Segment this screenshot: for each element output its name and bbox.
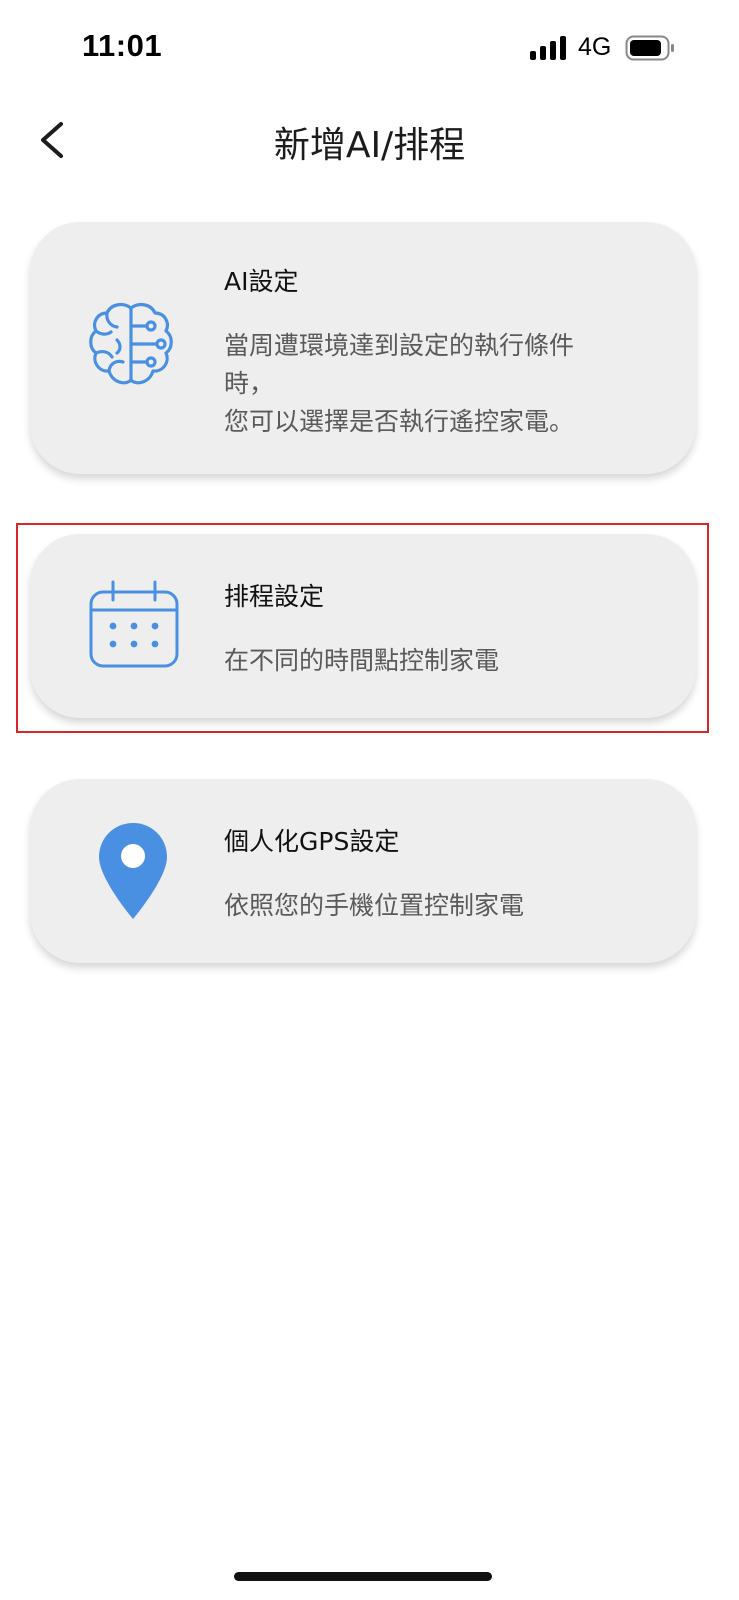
ai-settings-description: 當周遭環境達到設定的執行條件 時， 您可以選擇是否執行遙控家電。 xyxy=(224,331,575,436)
calendar-icon xyxy=(89,580,179,668)
gps-settings-card[interactable]: 個人化GPS設定 依照您的手機位置控制家電 xyxy=(30,779,696,963)
schedule-settings-title: 排程設定 xyxy=(224,582,325,611)
location-pin-icon xyxy=(99,823,167,919)
brain-circuit-icon xyxy=(89,302,173,385)
page-title: 新增AI/排程 xyxy=(273,125,466,166)
home-indicator xyxy=(234,1572,492,1581)
status-bar: 11:01 4G xyxy=(0,0,739,100)
schedule-settings-description: 在不同的時間點控制家電 xyxy=(224,646,500,675)
schedule-settings-card[interactable]: 排程設定 在不同的時間點控制家電 xyxy=(30,534,696,718)
gps-settings-title: 個人化GPS設定 xyxy=(224,827,400,856)
signal-strength-icon xyxy=(530,36,568,60)
gps-settings-description: 依照您的手機位置控制家電 xyxy=(224,891,525,920)
status-time: 11:01 xyxy=(82,28,163,63)
network-type: 4G xyxy=(578,33,612,61)
ai-settings-title: AI設定 xyxy=(224,267,299,296)
ai-settings-card[interactable]: AI設定 當周遭環境達到設定的執行條件 時， 您可以選擇是否執行遙控家電。 xyxy=(30,222,696,474)
battery-icon xyxy=(625,35,674,61)
